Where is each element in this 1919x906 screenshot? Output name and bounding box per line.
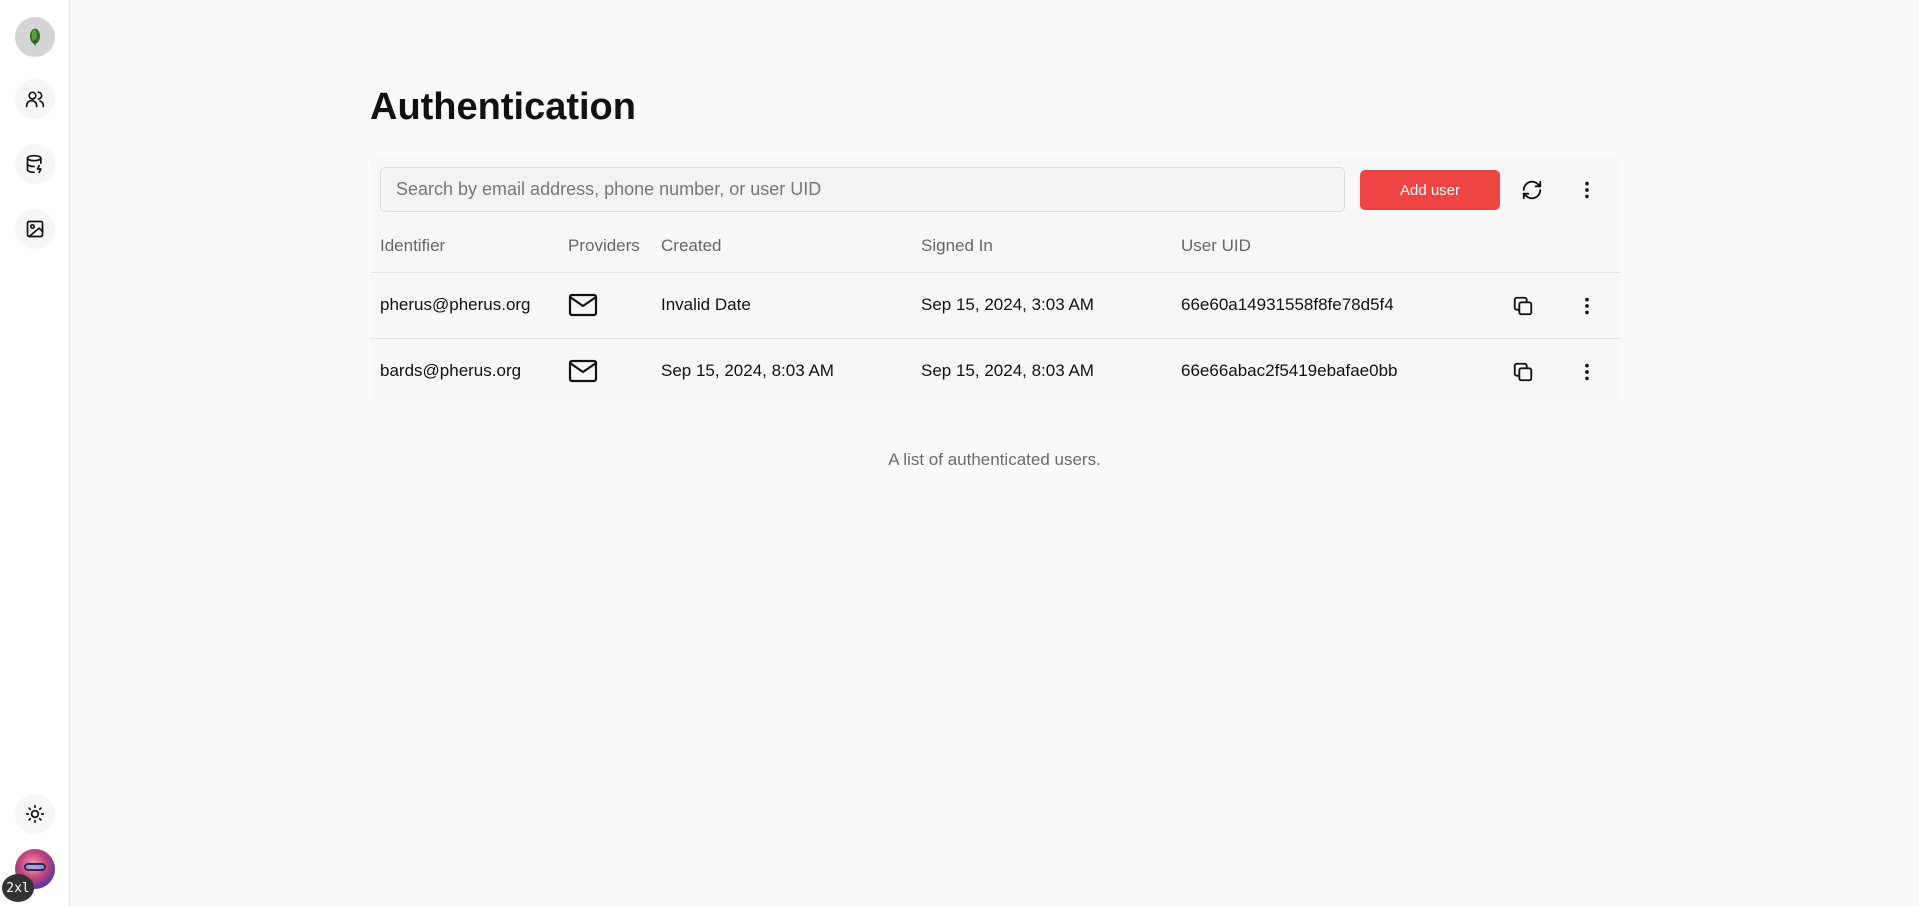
avatar-glasses — [24, 863, 46, 871]
column-header-identifier[interactable]: Identifier — [380, 236, 445, 256]
search-input[interactable] — [380, 167, 1345, 212]
sidebar-item-database[interactable] — [15, 144, 55, 184]
column-header-user-uid[interactable]: User UID — [1181, 236, 1251, 256]
refresh-icon — [1522, 180, 1542, 200]
cell-signed-in: Sep 15, 2024, 8:03 AM — [921, 361, 1094, 380]
more-vertical-icon — [1585, 297, 1589, 315]
leaf-logo-icon — [30, 28, 40, 46]
copy-icon — [1513, 296, 1533, 316]
mail-icon — [568, 293, 598, 317]
copy-icon — [1513, 362, 1533, 382]
theme-toggle[interactable] — [15, 794, 55, 834]
row-more-button[interactable] — [1569, 288, 1605, 324]
add-user-button[interactable]: Add user — [1360, 170, 1500, 210]
users-table-panel: Add user Identifier Providers Created Si… — [370, 158, 1621, 400]
column-header-signed-in[interactable]: Signed In — [921, 236, 993, 256]
cell-created: Invalid Date — [661, 295, 751, 314]
sidebar-item-storage[interactable] — [15, 209, 55, 249]
cell-user-uid: 66e60a14931558f8fe78d5f4 — [1181, 295, 1394, 314]
breakpoint-badge: 2xl — [2, 874, 34, 902]
table-row[interactable]: bards@pherus.org Sep 15, 2024, 8:03 AM S… — [370, 338, 1621, 404]
sidebar-item-users[interactable] — [15, 79, 55, 119]
table-row[interactable]: pherus@pherus.org Invalid Date Sep 15, 2… — [370, 272, 1621, 338]
more-options-button[interactable] — [1569, 172, 1605, 208]
app-logo[interactable] — [15, 17, 55, 57]
cell-user-uid: 66e66abac2f5419ebafae0bb — [1181, 361, 1398, 380]
table-caption: A list of authenticated users. — [888, 450, 1101, 469]
copy-uid-button[interactable] — [1505, 354, 1541, 390]
cell-identifier: bards@pherus.org — [380, 361, 522, 380]
cell-identifier: pherus@pherus.org — [380, 295, 531, 314]
cell-signed-in: Sep 15, 2024, 3:03 AM — [921, 295, 1094, 314]
column-header-created[interactable]: Created — [661, 236, 721, 256]
copy-uid-button[interactable] — [1505, 288, 1541, 324]
page-title: Authentication — [370, 86, 636, 128]
more-vertical-icon — [1585, 181, 1589, 199]
row-more-button[interactable] — [1569, 354, 1605, 390]
refresh-button[interactable] — [1514, 172, 1550, 208]
column-header-providers[interactable]: Providers — [568, 236, 640, 256]
cell-created: Sep 15, 2024, 8:03 AM — [661, 361, 834, 380]
sun-icon — [25, 804, 45, 824]
users-icon — [25, 91, 45, 108]
database-icon — [26, 154, 42, 174]
more-vertical-icon — [1585, 363, 1589, 381]
mail-icon — [568, 359, 598, 383]
image-icon — [26, 220, 44, 238]
